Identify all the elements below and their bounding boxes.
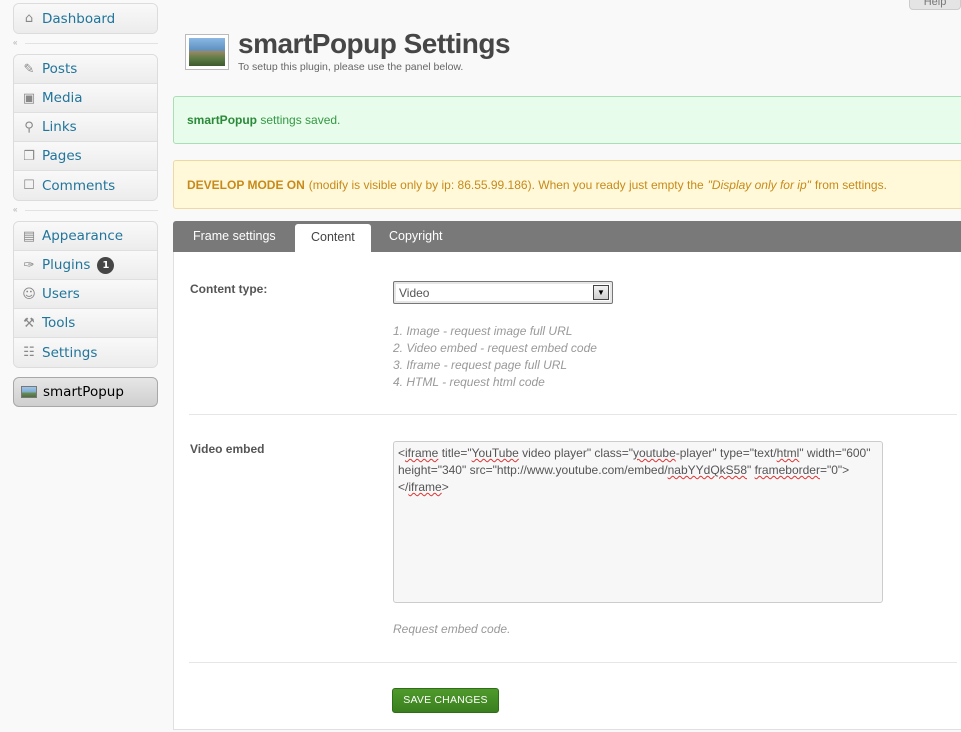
sidebar-item-users[interactable]: ☺ Users xyxy=(14,280,157,309)
collapse-arrow-icon[interactable]: « xyxy=(13,39,21,47)
house-icon: ⌂ xyxy=(24,11,34,26)
settings-saved-notice: smartPopup settings saved. xyxy=(173,96,961,144)
sidebar-item-label: Settings xyxy=(42,344,98,361)
pin-icon: ✎ xyxy=(23,61,35,77)
sidebar-item-pages[interactable]: ❐ Pages xyxy=(14,142,157,171)
tab-frame-settings[interactable]: Frame settings xyxy=(193,221,276,252)
chain-icon: ⚲ xyxy=(24,119,34,135)
hint-line: 4. HTML - request html code xyxy=(393,375,545,389)
page-subtitle: To setup this plugin, please use the pan… xyxy=(238,61,464,73)
sidebar-item-plugins[interactable]: ✑ Plugins 1 xyxy=(14,251,157,280)
video-embed-help: Request embed code. xyxy=(393,622,511,636)
hint-line: 1. Image - request image full URL xyxy=(393,324,573,338)
sidebar-item-label: Media xyxy=(42,90,83,106)
settings-icon: ☷ xyxy=(23,345,35,360)
section-divider xyxy=(189,662,957,663)
tab-copyright[interactable]: Copyright xyxy=(389,221,443,252)
develop-mode-field-name: "Display only for ip" xyxy=(707,177,811,192)
image-icon xyxy=(21,386,37,398)
content-type-hints: 1. Image - request image full URL 2. Vid… xyxy=(393,323,597,391)
sidebar-item-label: Appearance xyxy=(42,228,124,244)
develop-mode-label: DEVELOP MODE ON xyxy=(187,177,305,192)
sidebar-item-appearance[interactable]: ▤ Appearance xyxy=(14,222,157,251)
speech-bubble-icon: ☐ xyxy=(23,178,35,193)
users-icon: ☺ xyxy=(22,286,36,302)
sidebar-group-content: ✎ Posts ▣ Media ⚲ Links ❐ Pages ☐ Commen… xyxy=(13,54,158,201)
plugin-logo xyxy=(185,34,229,70)
hint-line: 3. Iframe - request page full URL xyxy=(393,358,568,372)
hint-line: 2. Video embed - request embed code xyxy=(393,341,597,355)
content-type-label: Content type: xyxy=(190,282,268,296)
page-title: smartPopup Settings xyxy=(238,28,511,59)
menu-collapse-separator[interactable]: « xyxy=(13,206,158,214)
tools-icon: ⚒ xyxy=(23,315,35,331)
video-embed-label: Video embed xyxy=(190,442,265,456)
video-embed-textarea[interactable]: <iframe title="YouTube video player" cla… xyxy=(393,441,883,603)
sidebar-group-main: ⌂ Dashboard xyxy=(13,3,158,34)
sidebar-item-label: Comments xyxy=(42,177,116,194)
notice-plugin-name: smartPopup xyxy=(187,113,258,127)
menu-collapse-separator[interactable]: « xyxy=(13,39,158,47)
sidebar-item-posts[interactable]: ✎ Posts xyxy=(14,55,157,84)
pages-icon: ❐ xyxy=(23,148,35,164)
sidebar-item-links[interactable]: ⚲ Links xyxy=(14,113,157,142)
sidebar-item-label: Dashboard xyxy=(42,10,116,27)
sidebar-item-comments[interactable]: ☐ Comments xyxy=(14,171,157,200)
tab-content[interactable]: Content xyxy=(295,224,371,252)
update-count-badge: 1 xyxy=(97,256,115,274)
develop-mode-text: (modify is visible only by ip: 86.55.99.… xyxy=(308,177,704,192)
settings-tabbar: Frame settings Content Copyright xyxy=(173,221,961,252)
sidebar-item-settings[interactable]: ☷ Settings xyxy=(14,338,157,367)
develop-mode-notice: DEVELOP MODE ON (modify is visible only … xyxy=(173,160,961,209)
sidebar-item-media[interactable]: ▣ Media xyxy=(14,84,157,113)
sidebar-item-label: Users xyxy=(42,286,80,302)
sidebar-item-dashboard[interactable]: ⌂ Dashboard xyxy=(14,4,157,33)
notice-text: settings saved. xyxy=(257,113,341,127)
collapse-arrow-icon[interactable]: « xyxy=(13,206,21,214)
sidebar-item-tools[interactable]: ⚒ Tools xyxy=(14,309,157,338)
content-type-select[interactable]: Video ▼ xyxy=(393,281,613,304)
sidebar-item-label: Posts xyxy=(42,61,78,77)
media-icon: ▣ xyxy=(22,90,36,106)
develop-mode-text-end: from settings. xyxy=(814,177,887,192)
sidebar-group-admin: ▤ Appearance ✑ Plugins 1 ☺ Users ⚒ Tools… xyxy=(13,221,158,368)
save-changes-button[interactable]: SAVE CHANGES xyxy=(392,688,499,713)
sidebar-item-smartpopup[interactable]: smartPopup xyxy=(13,377,158,407)
chevron-down-icon[interactable]: ▼ xyxy=(593,285,609,300)
section-divider xyxy=(189,414,957,415)
help-tab[interactable]: Help xyxy=(909,0,961,10)
plug-icon: ✑ xyxy=(23,257,35,273)
sidebar-item-label: Links xyxy=(42,119,77,135)
sidebar-item-label: smartPopup xyxy=(43,384,124,400)
sidebar-item-label: Tools xyxy=(42,315,76,331)
sidebar-item-label: Pages xyxy=(42,148,82,164)
appearance-icon: ▤ xyxy=(22,228,36,244)
sidebar-item-label: Plugins xyxy=(42,257,91,273)
content-type-value: Video xyxy=(399,286,430,300)
